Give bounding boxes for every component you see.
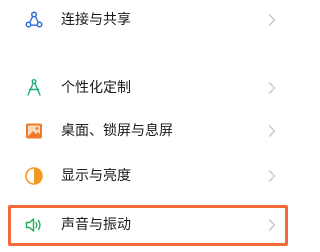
chevron-right-icon: [268, 124, 276, 138]
chevron-right-icon: [268, 81, 276, 95]
wallpaper-icon: [24, 121, 44, 141]
settings-item-connection-share[interactable]: 连接与共享: [0, 2, 304, 38]
chevron-right-icon: [268, 13, 276, 27]
settings-item-label: 显示与亮度: [61, 168, 131, 184]
settings-item-display-brightness[interactable]: 显示与亮度: [0, 158, 304, 194]
settings-item-personalization[interactable]: 个性化定制: [0, 70, 304, 106]
settings-item-label: 连接与共享: [61, 12, 131, 28]
settings-item-label: 个性化定制: [61, 80, 131, 96]
group-divider: [0, 44, 304, 64]
settings-item-desktop-lockscreen[interactable]: 桌面、锁屏与息屏: [0, 113, 304, 149]
settings-item-label: 桌面、锁屏与息屏: [61, 123, 173, 139]
personalization-icon: [24, 78, 44, 98]
settings-list: 连接与共享 个性化定制 桌面、锁屏与息屏 显示与亮度 声音与振动: [0, 0, 304, 252]
highlight-box: [8, 205, 288, 246]
brightness-icon: [24, 166, 44, 186]
chevron-right-icon: [268, 169, 276, 183]
connection-share-icon: [24, 10, 44, 30]
